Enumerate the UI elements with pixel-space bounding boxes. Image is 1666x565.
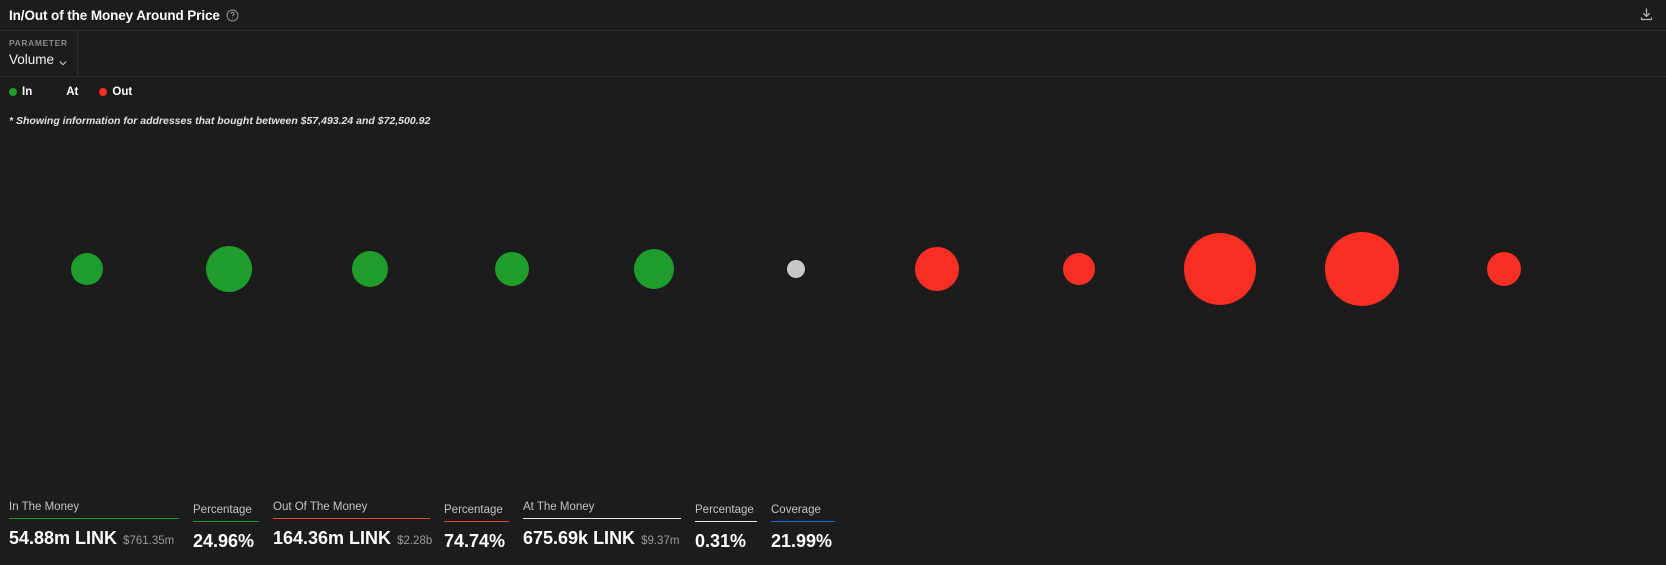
bubble-out[interactable]	[1487, 252, 1521, 286]
bubble-plot	[0, 131, 1666, 431]
stat-percentage: Percentage 24.96%	[193, 504, 259, 551]
stat-label: Percentage	[695, 504, 754, 516]
stat-underline	[9, 518, 179, 519]
bubble-in[interactable]	[352, 251, 388, 287]
stat-subvalue: $761.35m	[123, 535, 175, 547]
parameter-label: PARAMETER	[9, 38, 68, 48]
footnote: * Showing information for addresses that…	[9, 115, 431, 127]
legend-item-at[interactable]: At	[53, 86, 78, 98]
stat-label: Out Of The Money	[273, 501, 368, 513]
stats-row: In The Money 54.88m LINK $761.35m Percentag…	[0, 501, 1666, 565]
stat-value: 74.74%	[444, 531, 506, 551]
stat-out-of-the-money: Out Of The Money 164.36m LINK $2.28b	[273, 501, 433, 551]
stat-coverage: Coverage 21.99%	[771, 504, 835, 551]
stat-value-row: 54.88m LINK $761.35m	[9, 528, 179, 551]
download-icon[interactable]	[1639, 7, 1654, 22]
panel-header: In/Out of the Money Around Price	[0, 0, 1666, 30]
chevron-down-icon	[58, 55, 68, 66]
chart-legend: In At Out	[0, 77, 1666, 107]
bubble-out[interactable]	[1063, 253, 1095, 285]
stat-value-row: 24.96%	[193, 531, 259, 551]
stat-percentage: Percentage 74.74%	[444, 504, 509, 551]
stat-underline	[444, 521, 509, 522]
stat-underline	[523, 518, 681, 519]
stat-value: 675.69k LINK	[523, 528, 636, 548]
page-title: In/Out of the Money Around Price	[9, 7, 220, 23]
legend-item-in[interactable]: In	[9, 86, 32, 98]
stat-value-row: 164.36m LINK $2.28b	[273, 528, 433, 551]
parameter-selector[interactable]: PARAMETER Volume	[0, 31, 78, 76]
stat-value: 164.36m LINK	[273, 528, 392, 548]
bubble-at[interactable]	[787, 260, 805, 278]
bubble-out[interactable]	[915, 247, 959, 291]
stat-label: Percentage	[444, 504, 503, 516]
stat-underline	[771, 521, 835, 522]
parameter-bar: PARAMETER Volume	[0, 30, 1666, 77]
stat-underline	[695, 521, 757, 522]
stat-label: In The Money	[9, 501, 80, 513]
stat-underline	[193, 521, 259, 522]
legend-item-label: At	[66, 86, 79, 98]
stat-label: Percentage	[193, 504, 252, 516]
stat-value: 54.88m LINK	[9, 528, 118, 548]
bubble-out[interactable]	[1325, 232, 1399, 306]
stat-label: Coverage	[771, 504, 821, 516]
legend-item-label: Out	[112, 86, 133, 98]
stat-in-the-money: In The Money 54.88m LINK $761.35m	[9, 501, 179, 551]
bubble-in[interactable]	[206, 246, 252, 292]
bubble-in[interactable]	[71, 253, 103, 285]
stat-value: 21.99%	[771, 531, 833, 551]
question-circle-icon[interactable]	[226, 9, 239, 22]
legend-dot-icon	[53, 88, 61, 96]
stat-underline	[273, 518, 430, 519]
stat-value-row: 21.99%	[771, 531, 835, 551]
parameter-value: Volume	[9, 52, 55, 67]
stat-percentage: Percentage 0.31%	[695, 504, 757, 551]
stat-value-row: 0.31%	[695, 531, 757, 551]
bubble-in[interactable]	[495, 252, 529, 286]
stat-value-row: 675.69k LINK $9.37m	[523, 528, 681, 551]
bubble-in[interactable]	[634, 249, 674, 289]
stat-subvalue: $2.28b	[397, 535, 433, 547]
legend-dot-icon	[9, 88, 17, 96]
stat-label: At The Money	[523, 501, 595, 513]
legend-item-out[interactable]: Out	[99, 86, 132, 98]
stat-value: 0.31%	[695, 531, 747, 551]
legend-item-label: In	[22, 86, 33, 98]
bubble-out[interactable]	[1184, 233, 1256, 305]
legend-dot-icon	[99, 88, 108, 96]
stat-subvalue: $9.37m	[641, 535, 680, 547]
parameter-value-row: Volume	[9, 52, 77, 68]
stat-value: 24.96%	[193, 531, 255, 551]
stat-value-row: 74.74%	[444, 531, 509, 551]
stat-at-the-money: At The Money 675.69k LINK $9.37m	[523, 501, 681, 551]
